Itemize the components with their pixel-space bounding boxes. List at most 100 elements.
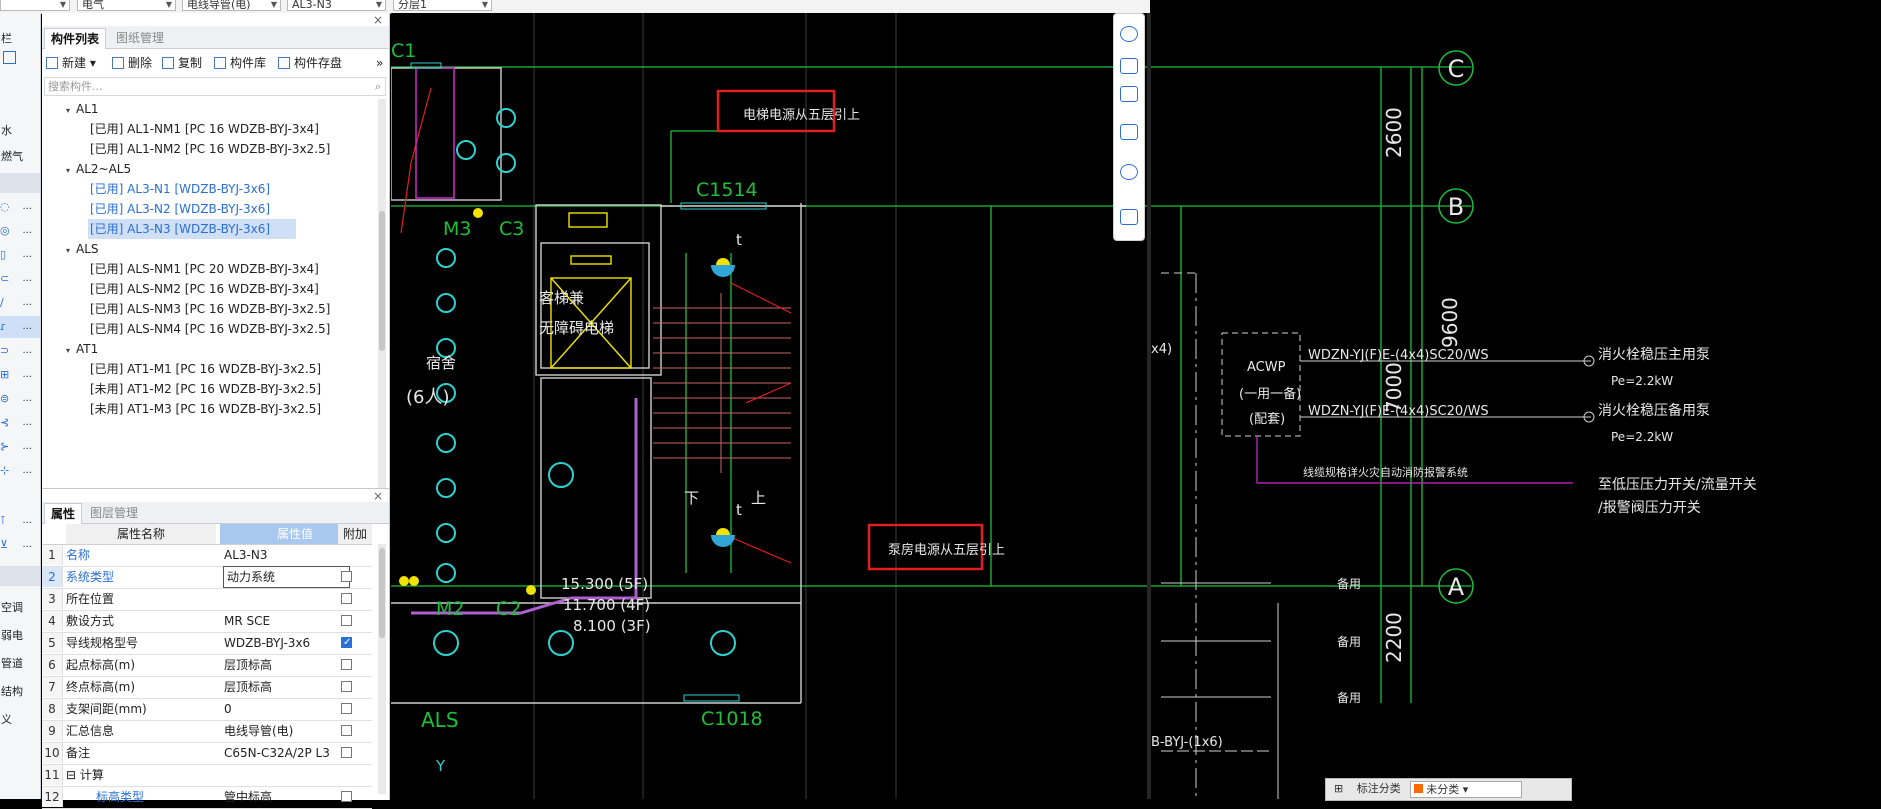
- nav-item-weak-current[interactable]: 弱电: [0, 625, 40, 647]
- property-name: ⊟ 计算: [66, 768, 104, 782]
- orbit-icon[interactable]: [1120, 26, 1138, 42]
- property-name: 备注: [66, 746, 91, 760]
- tree-item[interactable]: [已用] ALS-NM4 [PC 16 WDZB-BYJ-3x2.5]: [88, 319, 330, 339]
- tab-component-list[interactable]: 构件列表: [44, 28, 107, 49]
- extra-checkbox[interactable]: [341, 681, 352, 692]
- annotation-select[interactable]: 未分类 ▾: [1410, 780, 1523, 798]
- nav-tool-icon[interactable]: ◎...: [0, 220, 40, 242]
- nav-tool-icon[interactable]: ▯...: [0, 244, 40, 266]
- tree-scrollbar[interactable]: [378, 99, 386, 488]
- library-button[interactable]: 构件库: [214, 54, 266, 72]
- extra-checkbox[interactable]: [341, 593, 352, 604]
- nav-edit-icon[interactable]: [0, 50, 40, 72]
- delete-button[interactable]: 删除: [112, 54, 152, 72]
- tree-group[interactable]: ▾ AL2~AL5: [66, 159, 131, 179]
- tree-item[interactable]: [已用] AL1-NM2 [PC 16 WDZB-BYJ-3x2.5]: [88, 139, 330, 159]
- component-select[interactable]: AL3-N3 ▼: [287, 0, 386, 11]
- tree-label: [未用] AT1-M3 [PC 16 WDZB-BYJ-3x2.5]: [90, 402, 322, 416]
- new-button[interactable]: 新建 ▾: [46, 54, 96, 72]
- expand-toggle-icon[interactable]: ▾: [66, 161, 76, 181]
- nav-item-water[interactable]: 水: [0, 120, 40, 142]
- type-select[interactable]: 电线导管(电) ▼: [182, 0, 281, 11]
- nav-item-top[interactable]: 栏: [0, 28, 40, 50]
- component-tree: ▾ AL1 [已用] AL1-NM1 [PC 16 WDZB-BYJ-3x4] [已用…: [42, 99, 372, 488]
- layer-select[interactable]: 分层1 ▼: [393, 0, 492, 11]
- close-icon[interactable]: ×: [373, 489, 383, 503]
- extra-checkbox[interactable]: [341, 791, 352, 802]
- cube-icon[interactable]: [1120, 86, 1138, 102]
- tree-item[interactable]: [已用] ALS-NM2 [PC 16 WDZB-BYJ-3x4]: [88, 279, 319, 299]
- extra-checkbox[interactable]: [341, 615, 352, 626]
- discipline-select[interactable]: 电气 ▼: [77, 0, 176, 11]
- copy-button[interactable]: 复制: [162, 54, 202, 72]
- nav-tool-icon[interactable]: ⊃...: [0, 340, 40, 362]
- nav-tool-icon[interactable]: ⊂...: [0, 268, 40, 290]
- nav-item-custom[interactable]: 义: [0, 709, 40, 731]
- property-name: 名称: [66, 548, 91, 562]
- nav-tool-icon[interactable]: ⊹...: [0, 460, 40, 482]
- property-name: 汇总信息: [66, 724, 115, 738]
- tree-item[interactable]: [已用] ALS-NM1 [PC 20 WDZB-BYJ-3x4]: [88, 259, 319, 279]
- inspect-icon[interactable]: [1120, 209, 1138, 225]
- tree-group[interactable]: ▾ ALS: [66, 239, 99, 259]
- expand-toggle-icon[interactable]: ▾: [66, 241, 76, 261]
- more-button[interactable]: »: [376, 54, 383, 72]
- row-number: 9: [42, 721, 63, 741]
- nav-tool-icon[interactable]: ⊻...: [0, 534, 40, 556]
- category-select[interactable]: ▼: [0, 0, 70, 11]
- nav-tool-icon[interactable]: ⊞...: [0, 364, 40, 386]
- nav-tool-icon[interactable]: ∕...: [0, 292, 40, 314]
- extra-checkbox[interactable]: [341, 571, 352, 582]
- property-value[interactable]: 动力系统: [223, 566, 350, 588]
- nav-item-pipe[interactable]: 管道: [0, 653, 40, 675]
- trash-icon: [112, 57, 124, 69]
- nav-item-structure[interactable]: 结构: [0, 681, 40, 703]
- search-icon[interactable]: ⌕: [375, 78, 381, 95]
- extra-checkbox[interactable]: [341, 747, 352, 758]
- nav-item-hvac[interactable]: 空调: [0, 597, 40, 619]
- view-3d-icon[interactable]: [1120, 58, 1138, 74]
- extra-checkbox[interactable]: [341, 725, 352, 736]
- tree-group[interactable]: ▾ AL1: [66, 99, 99, 119]
- tree-item[interactable]: [已用] AL3-N3 [WDZB-BYJ-3x6]: [88, 219, 296, 239]
- scroll-thumb[interactable]: [379, 211, 385, 351]
- close-icon[interactable]: ×: [373, 13, 383, 27]
- expand-toggle-icon[interactable]: ▾: [66, 101, 76, 121]
- dimension: 2600: [1382, 107, 1406, 158]
- scroll-thumb[interactable]: [379, 548, 385, 638]
- expand-toggle-icon[interactable]: ▾: [66, 341, 76, 361]
- tree-item[interactable]: [已用] AL1-NM1 [PC 16 WDZB-BYJ-3x4]: [88, 119, 319, 139]
- tab-properties[interactable]: 属性: [44, 503, 83, 524]
- rotate-icon[interactable]: [1120, 164, 1138, 180]
- nav-tool-icon[interactable]: ◌...: [0, 196, 40, 218]
- nav-tool-icon[interactable]: ⊜...: [0, 388, 40, 410]
- viewport-divider: [1147, 13, 1151, 799]
- tree-item[interactable]: [已用] ALS-NM3 [PC 16 WDZB-BYJ-3x2.5]: [88, 299, 330, 319]
- tree-group[interactable]: ▾ AT1: [66, 339, 98, 359]
- nav-tool-wire-icon[interactable]: ɾ...: [0, 316, 40, 338]
- property-scrollbar[interactable]: [378, 544, 386, 794]
- more-dots: ...: [22, 393, 32, 404]
- nav-item-electric[interactable]: [0, 173, 40, 193]
- extra-checkbox[interactable]: [341, 633, 352, 653]
- nav-item-gas[interactable]: 燃气: [0, 146, 40, 168]
- tree-item[interactable]: [已用] AL3-N2 [WDZB-BYJ-3x6]: [88, 199, 270, 219]
- tree-item[interactable]: [未用] AT1-M3 [PC 16 WDZB-BYJ-3x2.5]: [88, 399, 321, 419]
- component-search-input[interactable]: 搜索构件... ⌕: [44, 77, 386, 96]
- tree-item[interactable]: [已用] AL3-N1 [WDZB-BYJ-3x6]: [88, 179, 270, 199]
- tree-item[interactable]: [未用] AT1-M2 [PC 16 WDZB-BYJ-3x2.5]: [88, 379, 321, 399]
- tab-layer-management[interactable]: 图层管理: [84, 503, 144, 523]
- property-value[interactable]: AL3-N3: [224, 545, 372, 565]
- nav-tool-icon[interactable]: ⊰...: [0, 412, 40, 434]
- tree-item[interactable]: [已用] AT1-M1 [PC 16 WDZB-BYJ-3x2.5]: [88, 359, 321, 379]
- cube-top-icon[interactable]: [1120, 124, 1138, 140]
- extra-checkbox[interactable]: [341, 659, 352, 670]
- property-row: 9 汇总信息 电线导管(电): [42, 721, 372, 743]
- nav-tool-icon[interactable]: ⊱...: [0, 436, 40, 458]
- save-component-button[interactable]: 构件存盘: [278, 54, 342, 72]
- extra-checkbox[interactable]: [341, 703, 352, 714]
- nav-tool-icon[interactable]: ⊺...: [0, 510, 40, 532]
- tab-drawing-management[interactable]: 图纸管理: [110, 28, 170, 48]
- nav-item-divider: [0, 566, 40, 586]
- stair-hatch: [653, 293, 791, 473]
